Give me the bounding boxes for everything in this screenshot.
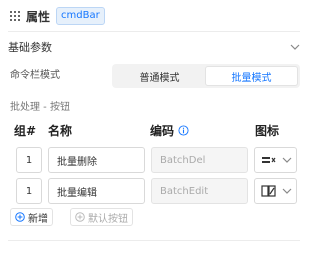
delete-rows-icon [262,157,276,163]
row2-name-input[interactable]: 批量编辑 [48,178,145,204]
default-buttons-label: 默认按钮 [88,213,128,225]
mode-option-normal[interactable]: 普通模式 [114,66,205,86]
batch-subtitle: 批处理 - 按钮 [10,102,70,113]
plus-circle-icon [75,212,85,222]
col-group-header: 组# [14,122,36,139]
col-code-header: 编码 [150,122,189,139]
section-title: 基础参数 [8,41,52,54]
row2-group-input[interactable]: 1 [16,178,42,204]
properties-header: 属性 cmdBar [10,5,105,27]
chevron-down-icon[interactable] [290,42,300,52]
col-name-header: 名称 [48,122,72,139]
mode-label: 命令栏模式 [10,70,60,81]
col-name-label: 名称 [48,124,73,138]
col-group-label: 组# [14,124,37,138]
add-button[interactable]: 新增 [10,208,53,226]
col-code-label: 编码 [150,124,175,138]
header-divider [8,31,300,32]
add-button-label: 新增 [28,213,48,225]
drag-grip-icon[interactable] [10,11,20,21]
bottom-divider [8,240,300,241]
row1-group-input[interactable]: 1 [16,147,42,173]
row1-icon-select[interactable] [254,147,297,173]
row2-code-input: BatchEdit [151,178,248,204]
col-icon-header: 图标 [255,122,279,139]
info-icon[interactable] [178,125,189,136]
chevron-down-icon [282,157,292,163]
plus-circle-icon [15,212,25,222]
chevron-down-icon [282,188,292,194]
default-buttons-button[interactable]: 默认按钮 [70,208,133,226]
batch-edit-icon [261,185,276,197]
mode-option-batch[interactable]: 批量模式 [205,66,298,86]
col-icon-label: 图标 [255,124,280,138]
row2-icon-select[interactable] [254,178,297,204]
component-badge: cmdBar [56,7,105,25]
section-basic-params[interactable]: 基础参数 [8,38,300,56]
row1-name-input[interactable]: 批量删除 [48,147,145,173]
panel-title: 属性 [26,9,51,24]
mode-segmented-control[interactable]: 普通模式 批量模式 [112,64,300,88]
row1-code-input: BatchDel [151,147,248,173]
